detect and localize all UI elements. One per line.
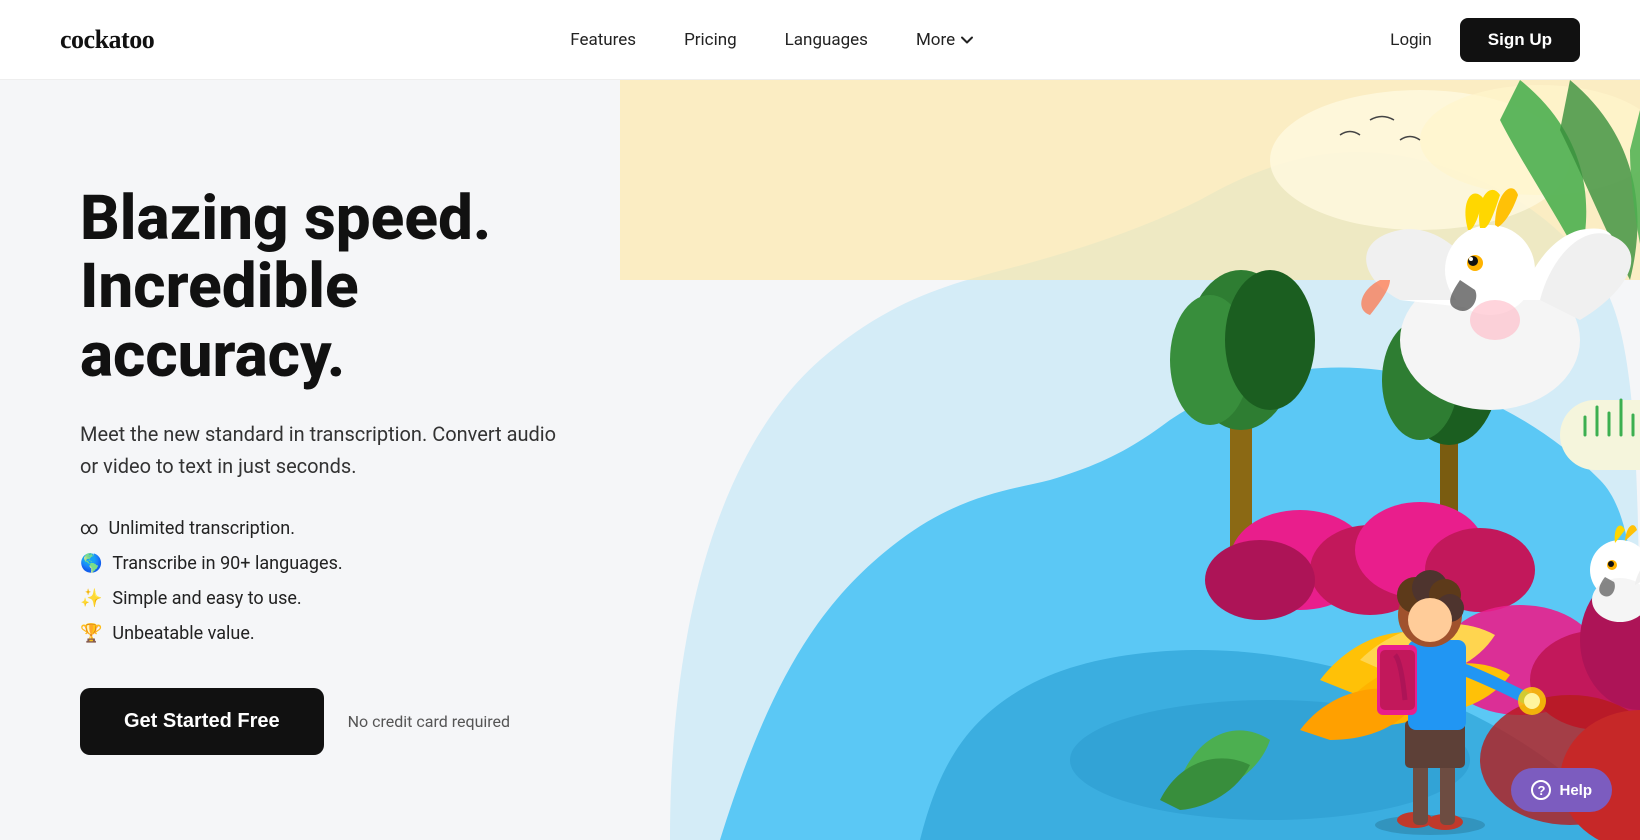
nav-auth: Login Sign Up	[1390, 18, 1580, 62]
hero-subtext: Meet the new standard in transcription. …	[80, 418, 560, 482]
nav-languages[interactable]: Languages	[785, 30, 868, 50]
feature-languages: 🌎 Transcribe in 90+ languages.	[80, 553, 560, 574]
no-credit-text: No credit card required	[348, 712, 510, 731]
hero-heading: Blazing speed. Incredible accuracy.	[80, 185, 560, 390]
feature-simple: ✨ Simple and easy to use.	[80, 588, 560, 609]
feature-text-value: Unbeatable value.	[112, 623, 254, 644]
navbar: cockatoo Features Pricing Languages More…	[0, 0, 1640, 80]
feature-text-languages: Transcribe in 90+ languages.	[112, 553, 342, 574]
hero-svg-illustration	[620, 80, 1640, 840]
feature-icon-simple: ✨	[80, 588, 102, 609]
help-button[interactable]: ? Help	[1511, 768, 1612, 812]
hero-illustration-area	[620, 80, 1640, 840]
feature-text-unlimited: Unlimited transcription.	[109, 518, 295, 539]
feature-value: 🏆 Unbeatable value.	[80, 623, 560, 644]
feature-unlimited: ∞ Unlimited transcription.	[80, 518, 560, 539]
help-label: Help	[1559, 782, 1592, 799]
hero-cta: Get Started Free No credit card required	[80, 688, 560, 755]
help-icon: ?	[1531, 780, 1551, 800]
login-button[interactable]: Login	[1390, 30, 1432, 50]
feature-text-simple: Simple and easy to use.	[112, 588, 301, 609]
hero-left: Blazing speed. Incredible accuracy. Meet…	[0, 80, 620, 840]
feature-icon-value: 🏆	[80, 623, 102, 644]
hero-section: Blazing speed. Incredible accuracy. Meet…	[0, 80, 1640, 840]
nav-features[interactable]: Features	[570, 30, 636, 50]
hero-features: ∞ Unlimited transcription. 🌎 Transcribe …	[80, 518, 560, 644]
chevron-down-icon	[960, 33, 974, 47]
nav-links: Features Pricing Languages More	[570, 30, 974, 50]
feature-icon-languages: 🌎	[80, 553, 102, 574]
get-started-button[interactable]: Get Started Free	[80, 688, 324, 755]
nav-pricing[interactable]: Pricing	[684, 30, 737, 50]
feature-icon-unlimited: ∞	[80, 518, 99, 539]
nav-more[interactable]: More	[916, 30, 974, 50]
signup-button[interactable]: Sign Up	[1460, 18, 1580, 62]
logo: cockatoo	[60, 25, 154, 55]
